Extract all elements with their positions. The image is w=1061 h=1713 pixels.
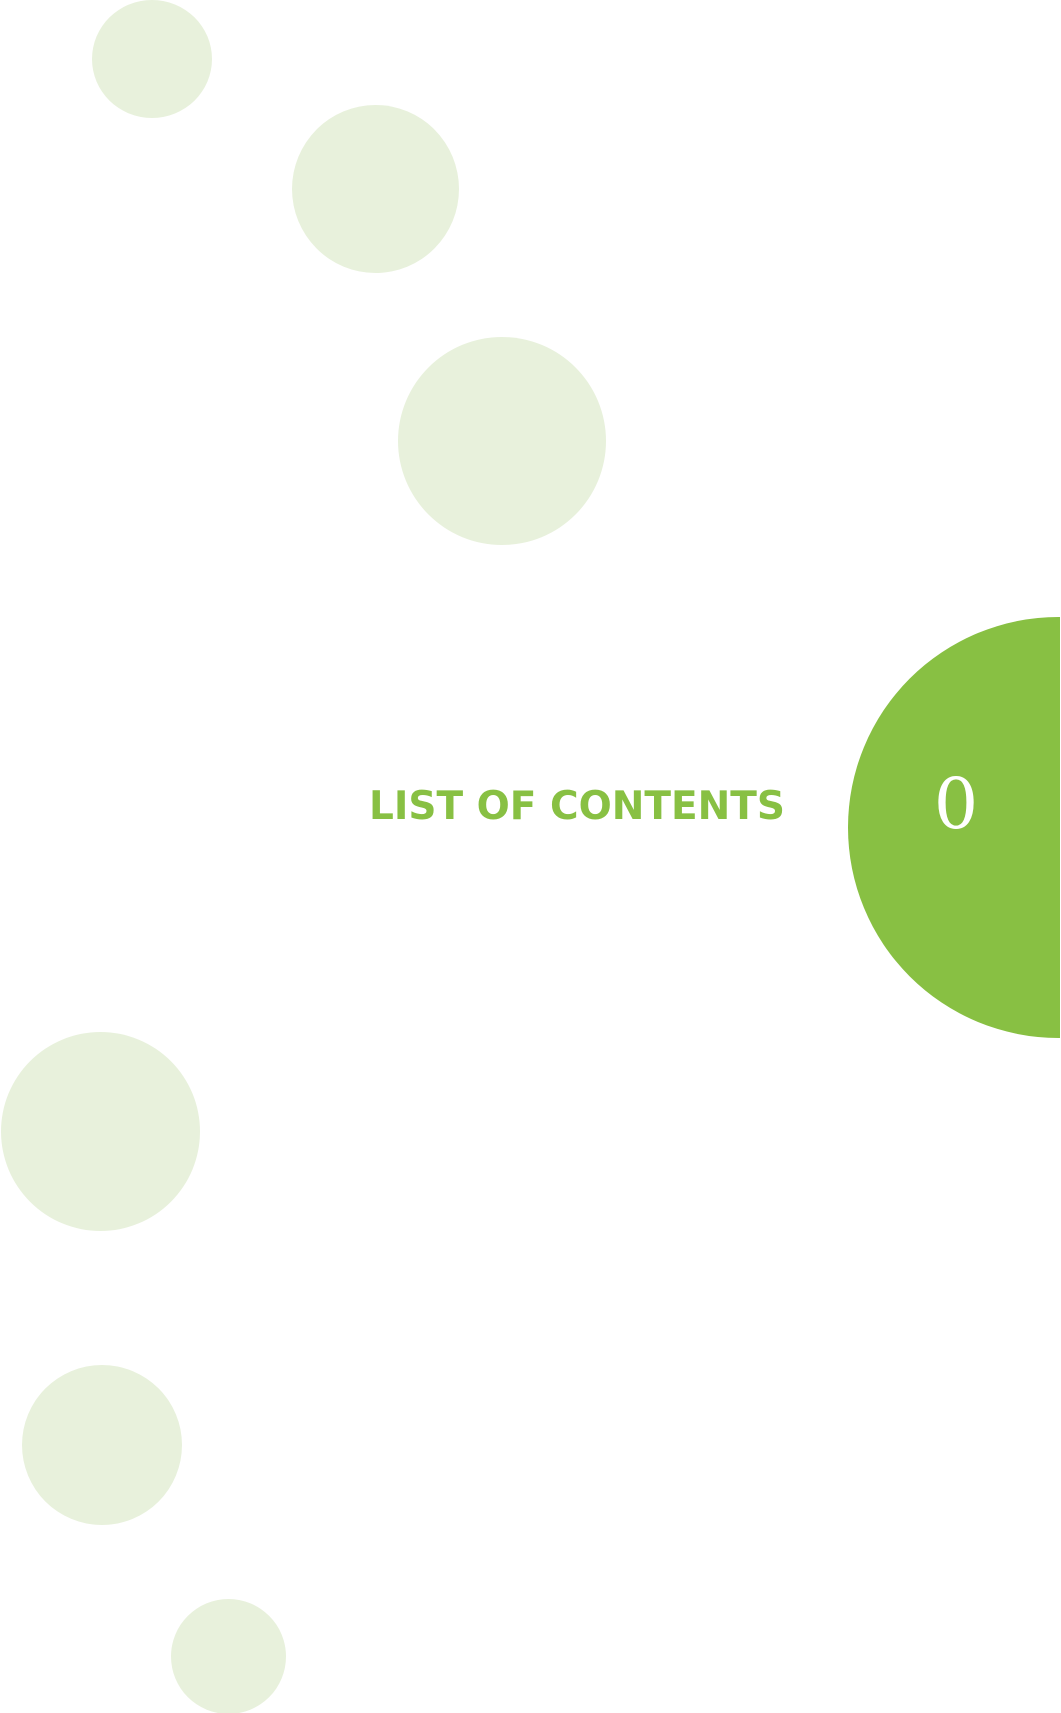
decorative-circle [171, 1599, 286, 1713]
page-number: 0 [933, 763, 979, 845]
decorative-circle [292, 105, 459, 273]
document-page: LIST OF CONTENTS 0 [0, 0, 1061, 1713]
page-title: LIST OF CONTENTS [369, 784, 785, 829]
decorative-circle [22, 1365, 182, 1525]
decorative-circle [1, 1032, 200, 1231]
decorative-circle [398, 337, 606, 545]
decorative-circle [92, 0, 212, 118]
